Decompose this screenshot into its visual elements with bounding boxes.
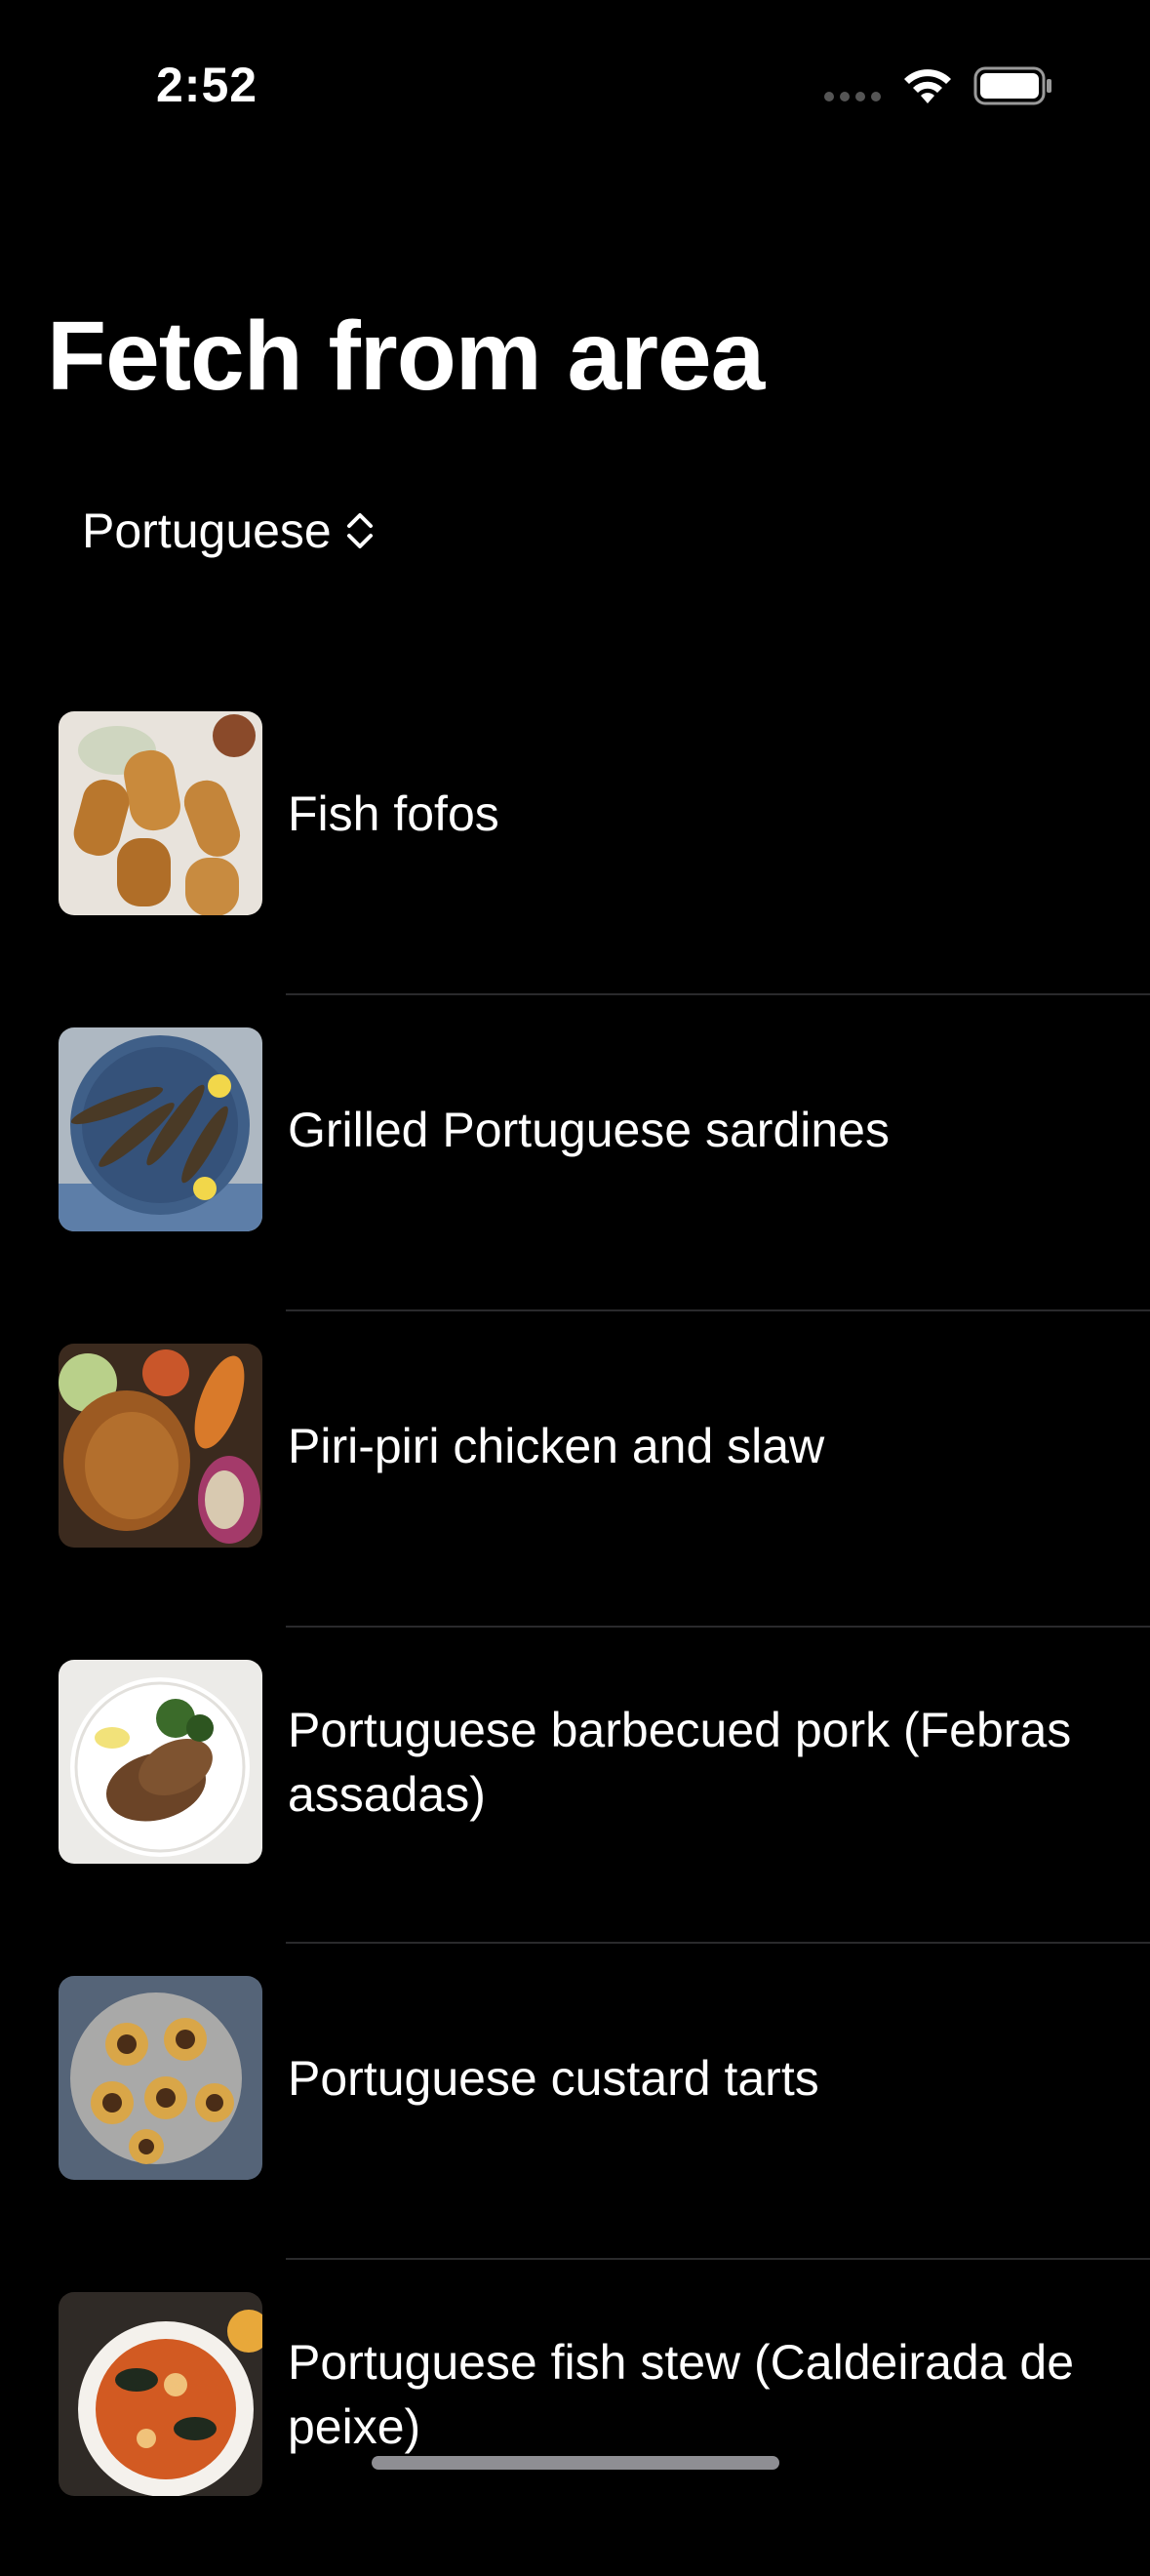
meal-name: Grilled Portuguese sardines (288, 1103, 890, 1157)
battery-icon (973, 66, 1051, 105)
barbecued-pork-photo (59, 1660, 262, 1864)
meal-row[interactable]: Portuguese custard tarts (0, 1944, 1150, 2260)
meal-row[interactable]: Grilled Portuguese sardines (0, 995, 1150, 1311)
meal-name: Portuguese barbecued pork (Febras assada… (288, 1703, 1072, 1822)
meal-name: Fish fofos (288, 786, 499, 841)
meal-name: Portuguese custard tarts (288, 2051, 819, 2106)
cellular-signal-icon (824, 92, 881, 101)
meal-row[interactable]: Portuguese barbecued pork (Febras assada… (0, 1628, 1150, 1944)
area-picker-value: Portuguese (82, 503, 332, 558)
meal-row[interactable]: Piri-piri chicken and slaw (0, 1311, 1150, 1628)
wifi-icon (904, 69, 951, 103)
home-indicator[interactable] (372, 2456, 779, 2470)
piri-piri-chicken-photo (59, 1344, 262, 1548)
meal-row[interactable]: Portuguese fish stew (Caldeirada de peix… (0, 2260, 1150, 2576)
fish-fofos-photo (59, 711, 262, 915)
custard-tarts-photo (59, 1976, 262, 2180)
fish-stew-photo (59, 2292, 262, 2496)
meal-row[interactable]: Fish fofos (0, 679, 1150, 995)
meal-name: Piri-piri chicken and slaw (288, 1419, 825, 1473)
meal-list: Fish fofos Grilled Portuguese sardines P… (0, 679, 1150, 2576)
page-title: Fetch from area (47, 302, 765, 411)
chevron-up-down-icon (346, 513, 373, 548)
area-picker[interactable]: Portuguese (82, 503, 377, 559)
meal-name: Portuguese fish stew (Caldeirada de peix… (288, 2335, 1075, 2454)
status-time: 2:52 (156, 58, 258, 112)
grilled-sardines-photo (59, 1027, 262, 1231)
